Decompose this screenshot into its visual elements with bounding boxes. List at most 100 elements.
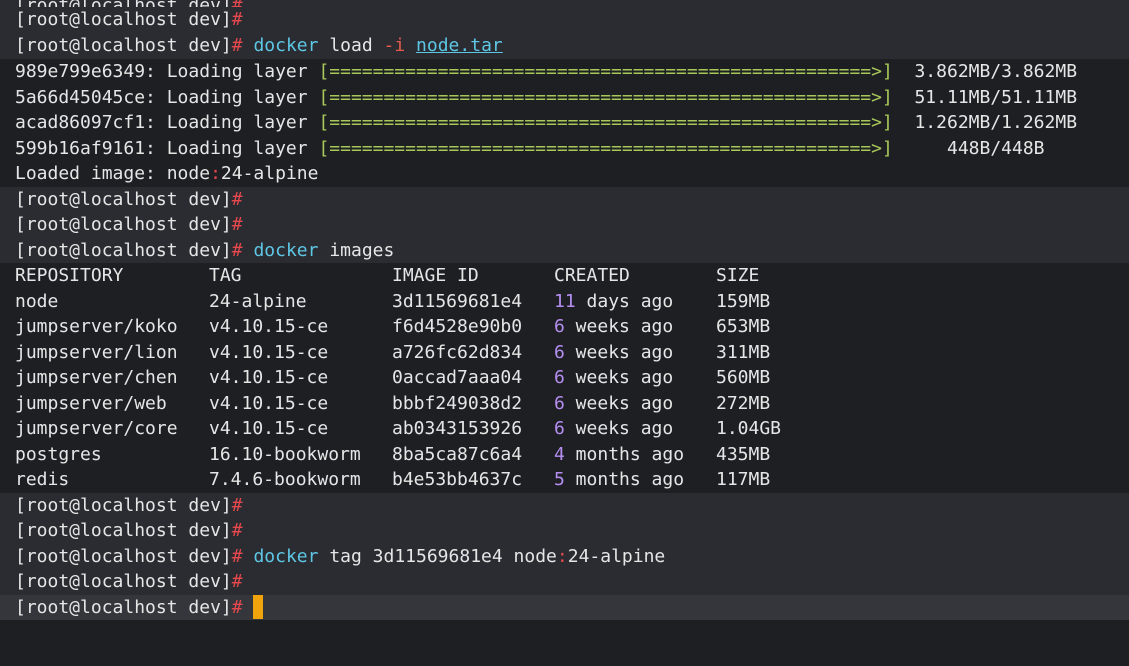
created-number: 6	[554, 418, 565, 439]
prompt-text: [root@localhost dev]	[15, 239, 232, 261]
text-cursor[interactable]	[253, 594, 264, 619]
cell-image-id: a726fc62d834	[392, 341, 523, 363]
cell-size: 560MB	[716, 367, 771, 388]
created-unit: weeks ago	[564, 392, 674, 414]
command-name: docker	[253, 239, 319, 261]
prompt-hash: #	[231, 494, 243, 516]
prompt-hash: #	[231, 571, 243, 592]
table-row: jumpserver/koko v4.10.15-ce f6d4528e90b0 65…	[0, 314, 1129, 340]
prompt-line: [root@localhost dev]#	[0, 186, 1129, 212]
cell-repository: jumpserver/chen	[15, 367, 178, 388]
table-row: node 24-alpine 3d11569681e4 159MB 11 days ag…	[0, 289, 1129, 315]
cell-created: 5 months ago	[554, 467, 684, 493]
prompt-line: [root@localhost dev]#	[0, 212, 1129, 238]
cell-tag: v4.10.15-ce	[209, 367, 329, 388]
cell-tag: 7.4.6-bookworm	[209, 469, 361, 490]
prompt-hash: #	[231, 545, 243, 567]
created-number: 6	[554, 392, 565, 414]
table-header: REPOSITORY TAG IMAGE ID CREATED SIZE	[0, 263, 1129, 289]
prompt-text: [root@localhost dev]	[15, 214, 232, 235]
cell-size: 435MB	[716, 443, 771, 465]
cell-repository: postgres	[15, 443, 102, 465]
layer-size: 51.11MB/51.11MB	[892, 86, 1078, 108]
cell-created: 6 weeks ago	[554, 365, 673, 391]
cell-tag: v4.10.15-ce	[209, 316, 329, 337]
command-name: docker	[253, 35, 319, 56]
loaded-image-line: Loaded image: node:24-alpine	[0, 161, 1129, 187]
layer-label: : Loading layer	[145, 86, 319, 108]
table-row: jumpserver/core v4.10.15-ce ab0343153926 1.…	[0, 416, 1129, 442]
command-line-images: [root@localhost dev]# docker images	[0, 237, 1129, 263]
created-number: 5	[554, 469, 565, 490]
cell-size: 159MB	[716, 290, 771, 312]
layer-id: acad86097cf1	[15, 112, 146, 133]
cell-tag: v4.10.15-ce	[209, 392, 329, 414]
prompt-line: [root@localhost dev]#	[0, 7, 1129, 33]
layer-label: : Loading layer	[145, 137, 319, 159]
created-number: 6	[554, 367, 565, 388]
command-line-tag: [root@localhost dev]# docker tag 3d11569…	[0, 543, 1129, 569]
table-row: postgres 16.10-bookworm 8ba5ca87c6a4 435MB 4…	[0, 442, 1129, 468]
cell-repository: jumpserver/lion	[15, 341, 178, 363]
command-ref: 24-alpine	[567, 545, 666, 567]
colon-sep: :	[210, 163, 221, 184]
prompt-text: [root@localhost dev]	[15, 571, 232, 592]
prompt-hash: #	[231, 596, 243, 618]
prompt-line: [root@localhost dev]#	[0, 518, 1129, 544]
cell-created: 6 weeks ago	[554, 391, 673, 417]
cell-repository: jumpserver/core	[15, 418, 178, 439]
cell-image-id: bbbf249038d2	[392, 392, 523, 414]
loaded-image-ref: 24-alpine	[220, 163, 319, 184]
created-number: 11	[554, 290, 576, 312]
cell-tag: v4.10.15-ce	[209, 418, 329, 439]
command-sub: tag 3d11569681e4 node	[329, 545, 557, 567]
created-number: 6	[554, 341, 565, 363]
file-link[interactable]: node.tar	[416, 35, 503, 56]
prompt-text: [root@localhost dev]	[15, 596, 232, 618]
prompt-hash: #	[231, 35, 243, 56]
layer-label: : Loading layer	[145, 61, 319, 82]
created-unit: weeks ago	[564, 418, 674, 439]
layer-size: 1.262MB/1.262MB	[892, 112, 1078, 133]
layer-id: 989e799e6349	[15, 61, 146, 82]
table-row: jumpserver/lion v4.10.15-ce a726fc62d834 31…	[0, 340, 1129, 366]
header-repository: REPOSITORY	[15, 265, 124, 286]
cell-repository: jumpserver/koko	[15, 316, 178, 337]
cell-image-id: 3d11569681e4	[392, 290, 523, 312]
prompt-text: [root@localhost dev]	[15, 188, 232, 210]
cell-image-id: ab0343153926	[392, 418, 523, 439]
cell-image-id: f6d4528e90b0	[392, 316, 523, 337]
loading-layer-line: 5a66d45045ce: Loading layer [===========…	[0, 85, 1129, 111]
colon-sep: :	[556, 545, 568, 567]
created-unit: weeks ago	[564, 316, 674, 337]
active-prompt-line[interactable]: [root@localhost dev]#	[0, 594, 1129, 620]
terminal-window[interactable]: [root@localhost dev]# [root@localhost de…	[0, 0, 1129, 666]
created-number: 6	[554, 316, 565, 337]
command-sub: images	[329, 239, 395, 261]
created-unit: weeks ago	[564, 341, 674, 363]
created-number: 4	[554, 443, 565, 465]
table-row: jumpserver/web v4.10.15-ce bbbf249038d2 272…	[0, 391, 1129, 417]
cell-size: 311MB	[716, 341, 771, 363]
prompt-text: [root@localhost dev]	[15, 545, 232, 567]
loading-layer-line: 989e799e6349: Loading layer [===========…	[0, 59, 1129, 85]
cell-created: 11 days ago	[554, 289, 673, 315]
header-tag: TAG	[209, 265, 242, 286]
cell-created: 6 weeks ago	[554, 416, 673, 442]
prompt-text: [root@localhost dev]	[15, 35, 232, 56]
prompt-line: [root@localhost dev]#	[0, 492, 1129, 518]
cell-size: 1.04GB	[716, 418, 782, 439]
prompt-hash: #	[231, 214, 243, 235]
cell-image-id: b4e53bb4637c	[392, 469, 523, 490]
cell-image-id: 8ba5ca87c6a4	[392, 443, 523, 465]
table-row: jumpserver/chen v4.10.15-ce 0accad7aaa04 56…	[0, 365, 1129, 391]
prompt-text: [root@localhost dev]	[15, 9, 232, 30]
cell-tag: v4.10.15-ce	[209, 341, 329, 363]
cell-tag: 24-alpine	[209, 290, 307, 312]
command-line-load: [root@localhost dev]# docker load -i nod…	[0, 33, 1129, 59]
command-flag: -i	[383, 35, 406, 56]
prompt-hash: #	[231, 9, 243, 30]
progress-bar: [=======================================…	[318, 112, 893, 133]
cell-repository: redis	[15, 469, 70, 490]
cell-created: 6 weeks ago	[554, 314, 673, 340]
